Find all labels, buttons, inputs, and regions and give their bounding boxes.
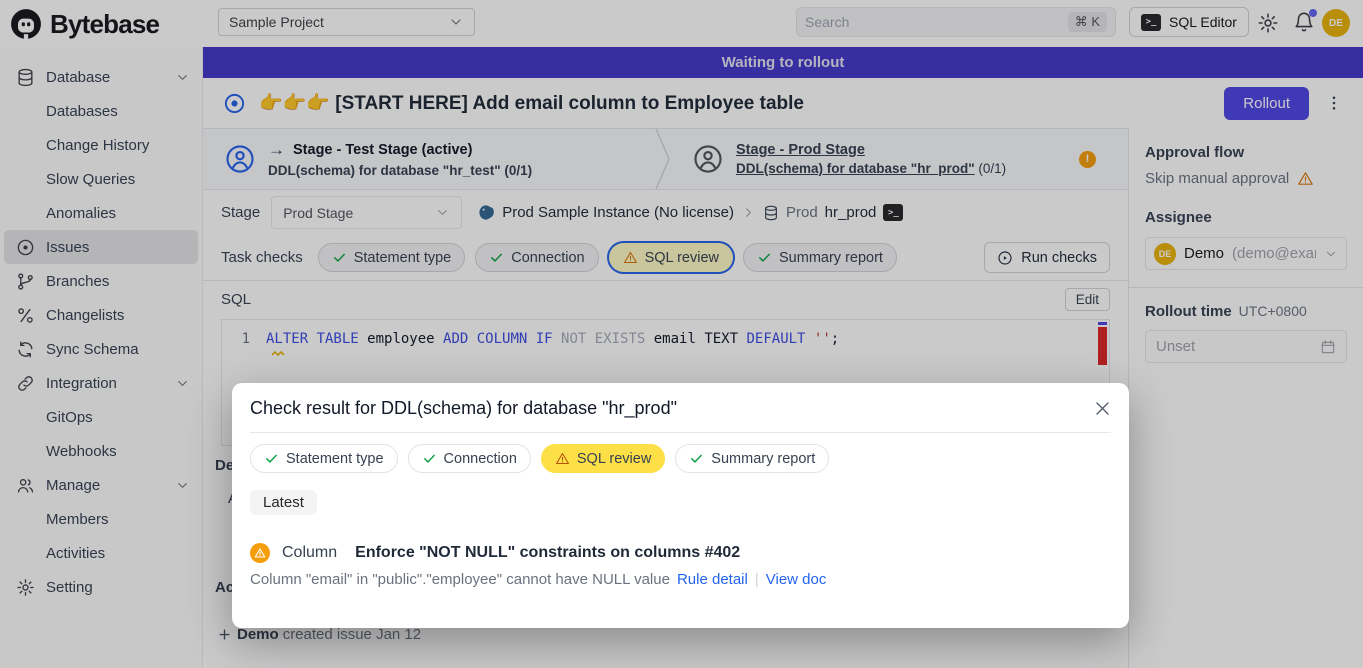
finding-detail-row: Column "email" in "public"."employee" ca… (250, 571, 1111, 588)
bytebase-app: Bytebase Sample Project ⌘ K >_ SQL Edito… (0, 0, 1363, 668)
tab-sql-review[interactable]: SQL review (541, 444, 665, 473)
close-icon[interactable] (1093, 399, 1112, 418)
latest-badge: Latest (250, 490, 317, 515)
rule-detail-link[interactable]: Rule detail (677, 571, 748, 588)
check-warning-icon (555, 451, 570, 466)
link-separator: | (755, 571, 759, 588)
check-pass-icon (689, 451, 704, 466)
check-pass-icon (264, 451, 279, 466)
tab-statement-type[interactable]: Statement type (250, 444, 398, 473)
tab-summary-report[interactable]: Summary report (675, 444, 829, 473)
modal-title: Check result for DDL(schema) for databas… (250, 398, 1111, 419)
finding-category: Column (282, 544, 337, 562)
finding-rule-title: Enforce "NOT NULL" constraints on column… (355, 544, 740, 562)
view-doc-link[interactable]: View doc (766, 571, 827, 588)
modal-check-tabs: Statement type Connection SQL review Sum… (250, 444, 1111, 473)
tab-connection[interactable]: Connection (408, 444, 531, 473)
finding-warning-icon (250, 543, 270, 563)
review-finding: Column Enforce "NOT NULL" constraints on… (250, 543, 1111, 563)
check-result-modal: Check result for DDL(schema) for databas… (232, 383, 1129, 628)
check-pass-icon (422, 451, 437, 466)
modal-divider (250, 432, 1111, 433)
finding-detail-text: Column "email" in "public"."employee" ca… (250, 571, 670, 588)
